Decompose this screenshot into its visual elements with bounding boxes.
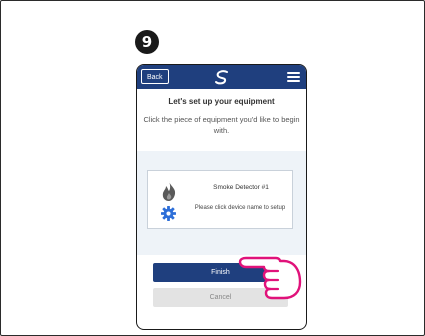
swirl-logo-icon — [215, 70, 228, 85]
page-title: Let's set up your equipment — [168, 97, 275, 106]
hamburger-menu-icon[interactable] — [287, 72, 300, 82]
gear-icon — [161, 206, 176, 221]
device-name-link[interactable]: Smoke Detector #1 — [196, 184, 286, 191]
flame-icon — [162, 181, 176, 201]
equipment-list: Smoke Detector #1 Please click device na… — [137, 151, 306, 255]
app-header: Back — [137, 65, 306, 89]
step-number-badge: 9 — [135, 30, 159, 54]
page-subtitle: Click the piece of equipment you'd like … — [143, 115, 300, 135]
pointing-hand-icon — [238, 256, 302, 300]
device-hint-text: Please click device name to setup — [194, 205, 286, 211]
device-card-smoke-detector[interactable]: Smoke Detector #1 Please click device na… — [147, 170, 293, 229]
back-button[interactable]: Back — [141, 69, 169, 84]
